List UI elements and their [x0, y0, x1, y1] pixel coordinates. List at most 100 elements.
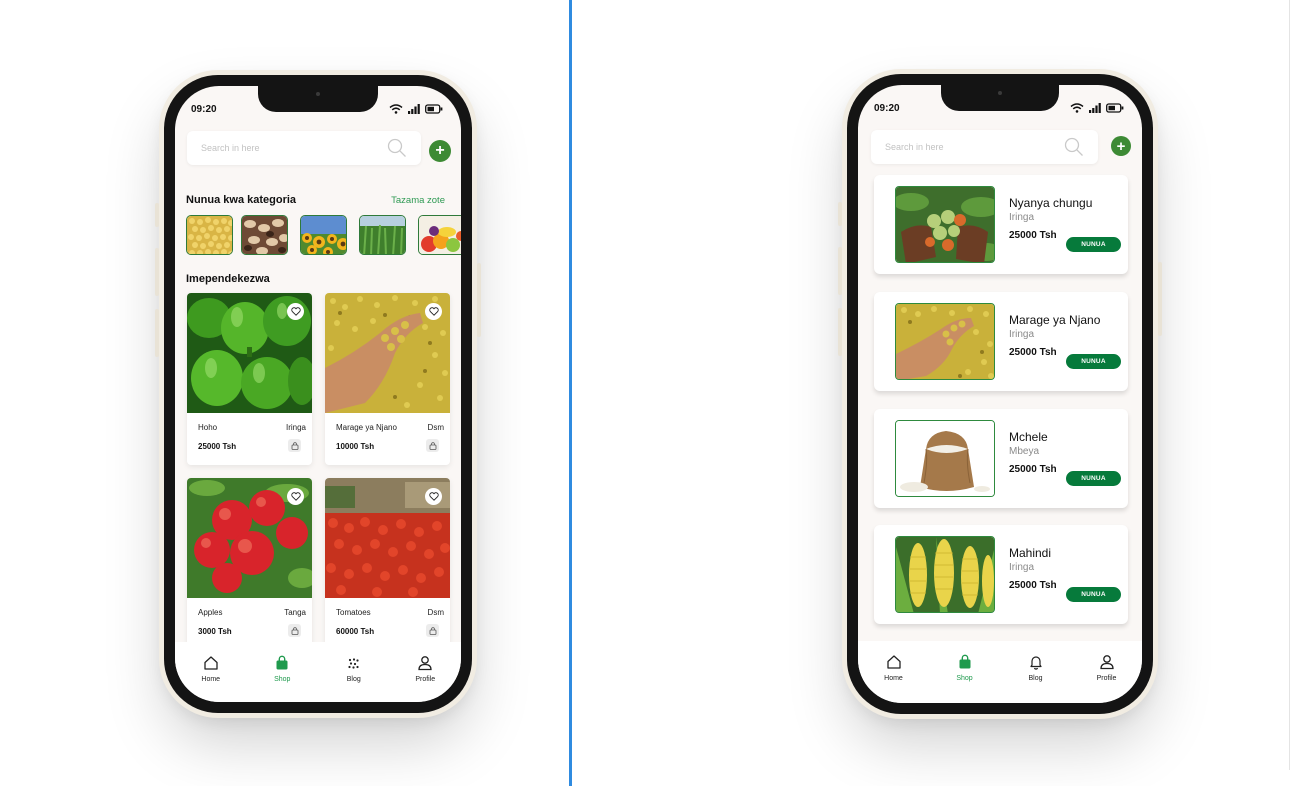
search-input[interactable]: Search in here	[885, 142, 944, 152]
fruits-image	[419, 216, 461, 254]
crops-image	[360, 216, 405, 254]
product-location: Tanga	[284, 608, 306, 617]
nav-label: Home	[884, 675, 903, 682]
add-button[interactable]: +	[429, 140, 451, 162]
shopping-bag-icon	[276, 655, 288, 670]
sunflower-image	[301, 216, 346, 254]
product-name: Tomatoes	[336, 608, 371, 617]
category-fruits[interactable]	[418, 215, 461, 255]
listing-location: Iringa	[1009, 212, 1035, 223]
status-time: 09:20	[191, 103, 217, 115]
listing-location: Iringa	[1009, 329, 1035, 340]
add-to-cart-button[interactable]	[426, 439, 439, 452]
search-icon[interactable]	[1064, 137, 1084, 157]
category-sunflower[interactable]	[300, 215, 347, 255]
listing-name: Marage ya Njano	[1009, 313, 1101, 327]
nav-home[interactable]: Home	[181, 655, 241, 683]
nav-label: Blog	[1028, 675, 1043, 682]
status-bar: 09:20	[874, 101, 1124, 115]
buy-button[interactable]: NUNUA	[1066, 587, 1121, 602]
nav-shop[interactable]: Shop	[935, 654, 995, 682]
shopping-bag-icon	[429, 626, 436, 635]
category-crops[interactable]	[359, 215, 406, 255]
product-location: Iringa	[285, 423, 306, 432]
signal-icon	[1089, 103, 1101, 113]
listing-price: 25000 Tsh	[1009, 347, 1057, 358]
edge-line	[1289, 0, 1290, 770]
product-price: 10000 Tsh	[336, 442, 375, 451]
favorite-button[interactable]	[287, 488, 304, 505]
search-bar[interactable]: Search in here	[871, 130, 1098, 164]
user-icon	[1099, 655, 1114, 670]
home-icon	[886, 655, 901, 669]
listing-price: 25000 Tsh	[1009, 464, 1057, 475]
listing-name: Mahindi	[1009, 546, 1052, 560]
nav-blog[interactable]: Blog	[324, 655, 384, 683]
right-phone: 09:20 Search in here + Nyanya chungu Iri…	[838, 74, 1162, 714]
favorite-button[interactable]	[425, 303, 442, 320]
nav-label: Profile	[415, 676, 436, 683]
home-icon	[204, 656, 218, 670]
product-card[interactable]: Hoho Iringa 25000 Tsh	[187, 293, 312, 465]
product-price: 60000 Tsh	[336, 627, 375, 636]
listing-image	[895, 186, 995, 263]
buy-button[interactable]: NUNUA	[1066, 471, 1121, 486]
nav-home[interactable]: Home	[864, 654, 924, 682]
search-bar[interactable]: Search in here	[187, 131, 421, 165]
favorite-button[interactable]	[425, 488, 442, 505]
wifi-icon	[1070, 103, 1084, 113]
listing-card[interactable]: Mahindi Iringa 25000 Tsh NUNUA	[874, 525, 1128, 624]
listing-image	[895, 536, 995, 613]
beans-image	[896, 304, 994, 379]
listing-card[interactable]: Mchele Mbeya 25000 Tsh NUNUA	[874, 409, 1128, 508]
see-all-link[interactable]: Tazama zote	[391, 195, 445, 206]
nav-label: Shop	[956, 675, 973, 682]
battery-icon	[425, 104, 443, 114]
categories-title: Nunua kwa kategoria	[186, 194, 297, 206]
heart-icon	[290, 307, 301, 316]
listing-location: Mbeya	[1009, 446, 1040, 457]
heart-icon	[428, 307, 439, 316]
status-bar: 09:20	[191, 102, 443, 116]
wifi-icon	[389, 104, 403, 114]
shopping-bag-icon	[429, 441, 436, 450]
nav-profile[interactable]: Profile	[1077, 654, 1137, 682]
product-location: Dsm	[427, 423, 444, 432]
listing-card[interactable]: Nyanya chungu Iringa 25000 Tsh NUNUA	[874, 175, 1128, 274]
product-name: Apples	[198, 608, 223, 617]
add-to-cart-button[interactable]	[426, 624, 439, 637]
favorite-button[interactable]	[287, 303, 304, 320]
signal-icon	[408, 104, 420, 114]
add-to-cart-button[interactable]	[288, 624, 301, 637]
search-input[interactable]: Search in here	[201, 143, 260, 153]
right-screen: 09:20 Search in here + Nyanya chungu Iri…	[858, 85, 1142, 703]
maize-cobs-image	[896, 537, 994, 612]
category-maize[interactable]	[186, 215, 233, 255]
product-card[interactable]: Tomatoes Dsm 60000 Tsh	[325, 478, 450, 650]
nav-blog[interactable]: Blog	[1006, 654, 1066, 682]
add-button[interactable]: +	[1111, 136, 1131, 156]
product-price: 25000 Tsh	[198, 442, 237, 451]
buy-button[interactable]: NUNUA	[1066, 237, 1121, 252]
nav-profile[interactable]: Profile	[395, 655, 455, 683]
status-time: 09:20	[874, 102, 900, 114]
add-to-cart-button[interactable]	[288, 439, 301, 452]
bottom-nav: Home Shop Blog Profile	[175, 642, 461, 702]
listing-image	[895, 420, 995, 497]
search-icon[interactable]	[387, 138, 407, 158]
product-card[interactable]: Apples Tanga 3000 Tsh	[187, 478, 312, 650]
listing-name: Nyanya chungu	[1009, 196, 1093, 210]
shopping-bag-icon	[959, 654, 970, 669]
listing-price: 25000 Tsh	[1009, 580, 1057, 591]
product-card[interactable]: Marage ya Njano Dsm 10000 Tsh	[325, 293, 450, 465]
nav-label: Blog	[346, 676, 361, 683]
battery-icon	[1106, 103, 1124, 113]
nav-shop[interactable]: Shop	[252, 655, 312, 683]
category-cashew[interactable]	[241, 215, 288, 255]
recommended-header: Imependekezwa	[186, 273, 270, 285]
listing-card[interactable]: Marage ya Njano Iringa 25000 Tsh NUNUA	[874, 292, 1128, 391]
nav-label: Profile	[1096, 675, 1117, 682]
product-price: 3000 Tsh	[198, 627, 232, 636]
product-name: Marage ya Njano	[336, 423, 397, 432]
buy-button[interactable]: NUNUA	[1066, 354, 1121, 369]
